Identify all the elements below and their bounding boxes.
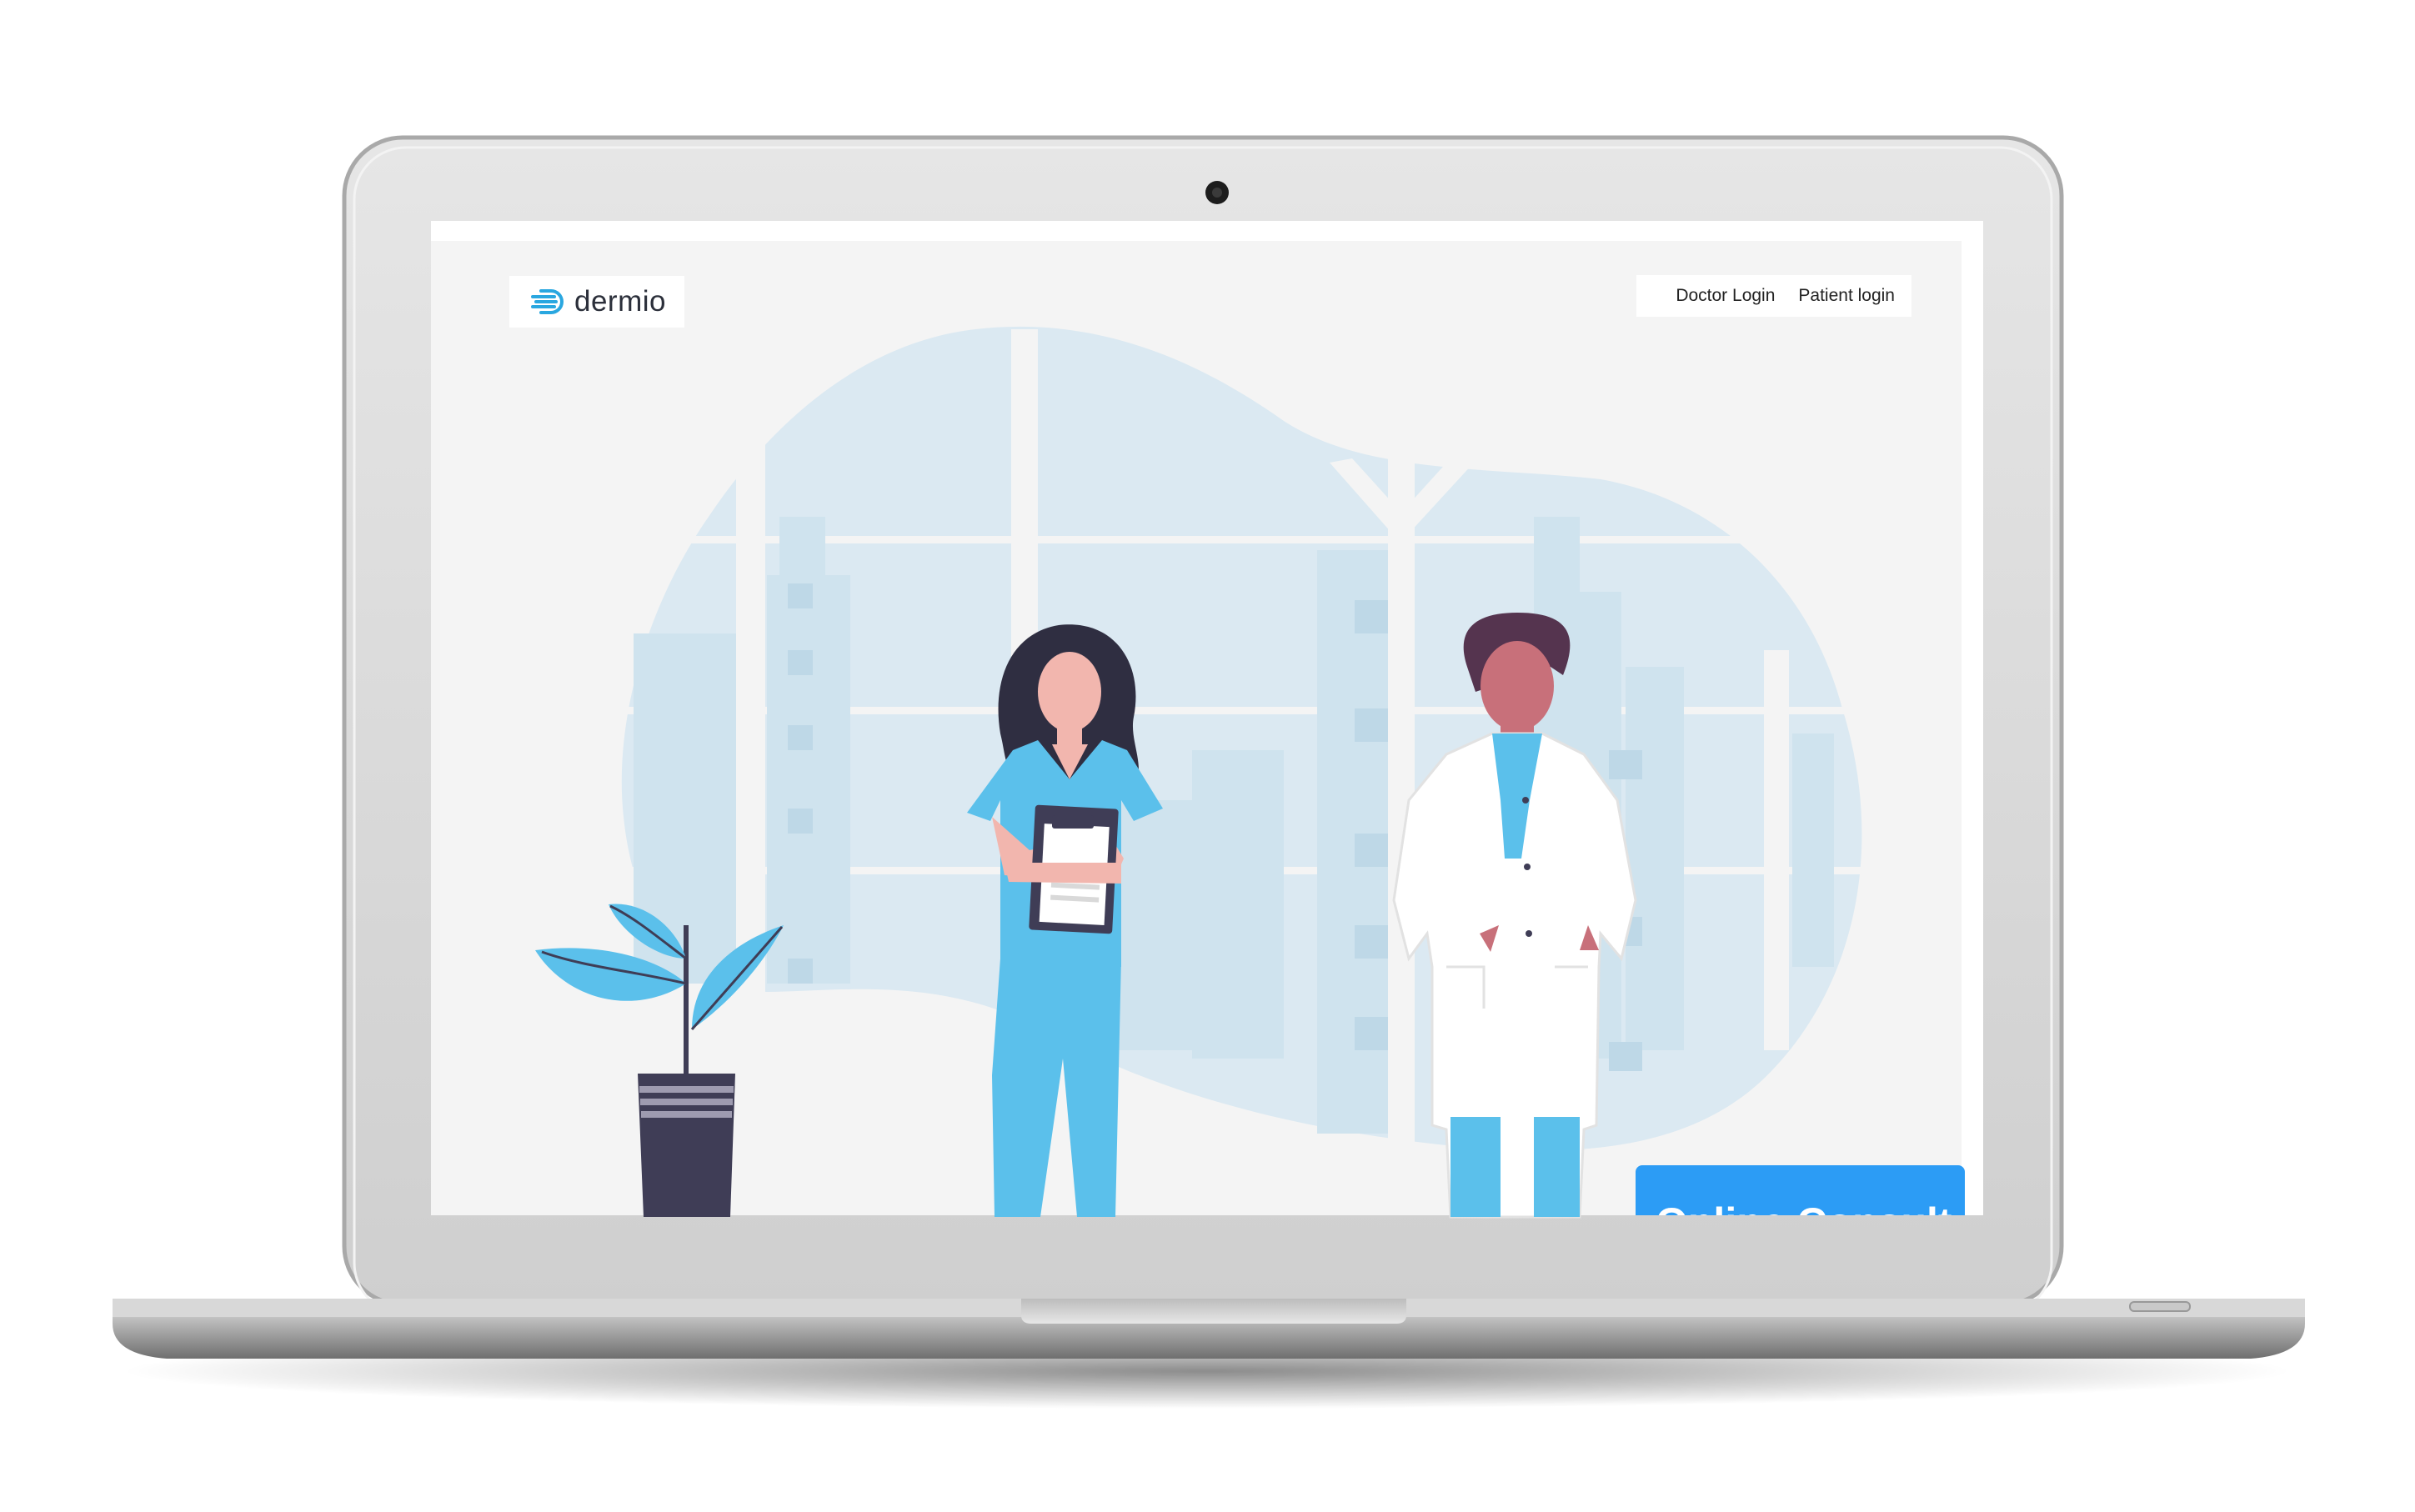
cta-clip: Online Consult	[431, 221, 1983, 1215]
online-consult-button[interactable]: Online Consult	[1636, 1165, 1965, 1215]
laptop-hinge-notch	[1021, 1299, 1406, 1324]
online-consult-label: Online Consult	[1656, 1199, 1952, 1215]
laptop-port	[2129, 1301, 2191, 1312]
